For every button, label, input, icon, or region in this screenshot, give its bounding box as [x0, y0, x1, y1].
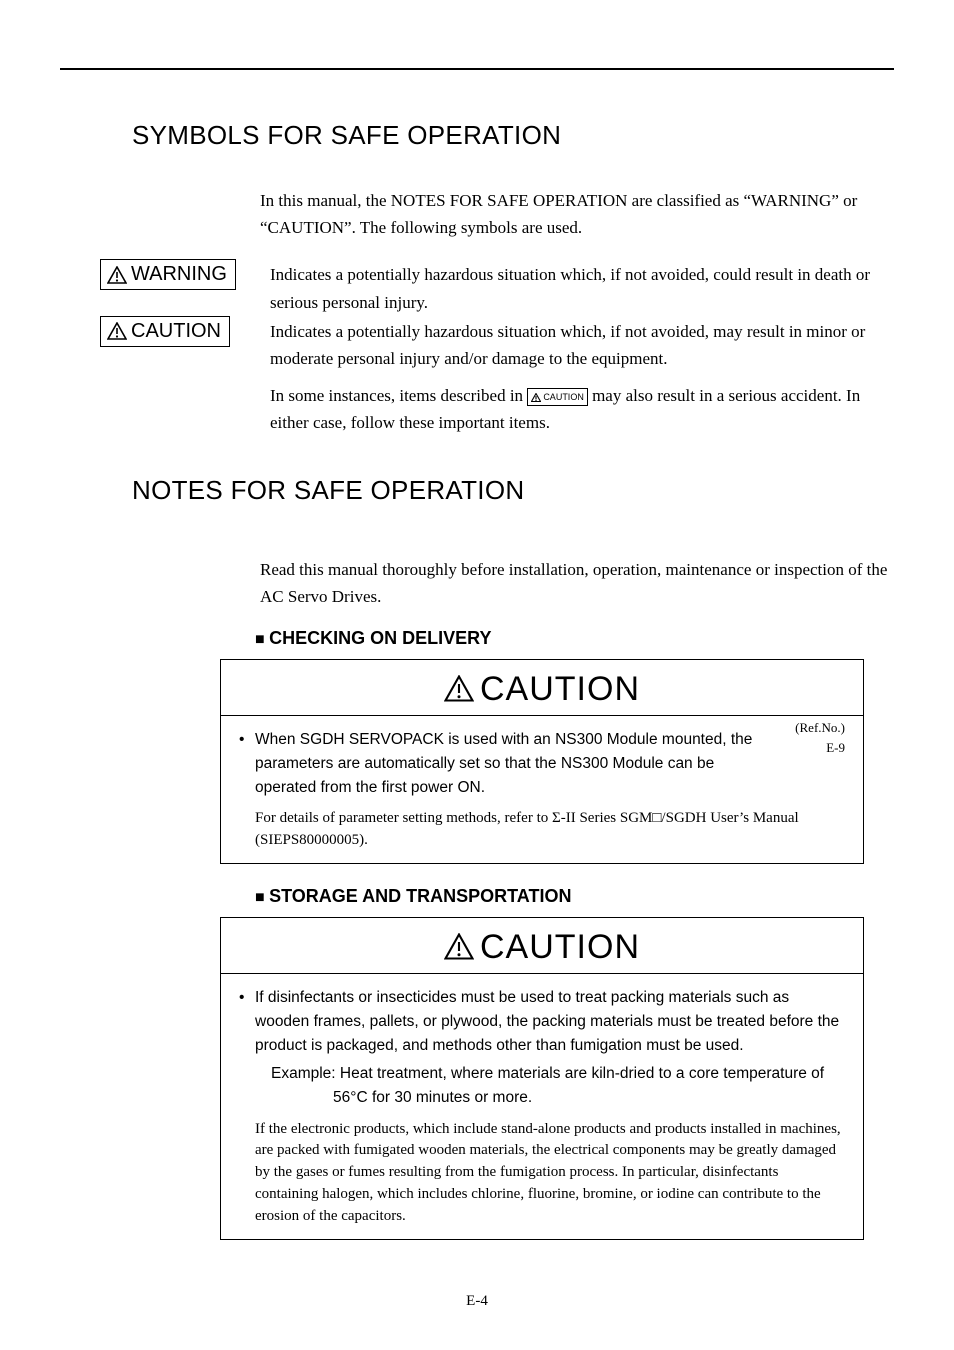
- warning-definition-row: WARNING Indicates a potentially hazardou…: [100, 259, 894, 315]
- caution-box-storage: CAUTION • If disinfectants or insecticid…: [220, 917, 864, 1240]
- caution-label-box: CAUTION: [100, 316, 230, 347]
- symbols-intro: In this manual, the NOTES FOR SAFE OPERA…: [260, 187, 894, 241]
- warning-label-text: WARNING: [131, 263, 227, 286]
- subhead-checking: CHECKING ON DELIVERY: [255, 628, 894, 649]
- note-pre: In some instances, items described in: [270, 386, 527, 405]
- caution-header-icon: [444, 675, 474, 702]
- caution-header-text: CAUTION: [480, 670, 640, 708]
- subhead-storage: STORAGE AND TRANSPORTATION: [255, 886, 894, 907]
- caution-note-line: In some instances, items described in CA…: [270, 382, 874, 436]
- caution-desc: Indicates a potentially hazardous situat…: [270, 318, 874, 372]
- header-rule: [60, 68, 894, 70]
- section-title-symbols: SYMBOLS FOR SAFE OPERATION: [132, 120, 894, 151]
- bullet-dot: •: [239, 728, 255, 800]
- inline-caution-text: CAUTION: [543, 390, 584, 404]
- notes-intro: Read this manual thoroughly before insta…: [260, 556, 894, 610]
- caution-header-text-2: CAUTION: [480, 928, 640, 966]
- warning-desc: Indicates a potentially hazardous situat…: [270, 259, 894, 315]
- ref-no-value: E-9: [795, 738, 845, 758]
- storage-example-line2: 56°C for 30 minutes or more.: [333, 1086, 845, 1110]
- section-title-notes: NOTES FOR SAFE OPERATION: [132, 475, 894, 506]
- caution-label-text: CAUTION: [131, 320, 221, 343]
- inline-caution-badge: CAUTION: [527, 388, 588, 406]
- ref-no-block: (Ref.No.) E-9: [795, 718, 845, 758]
- checking-bullet-text: When SGDH SERVOPACK is used with an NS30…: [255, 728, 775, 800]
- ref-no-label: (Ref.No.): [795, 718, 845, 738]
- caution-box-header: CAUTION: [221, 660, 863, 716]
- storage-example-line1: Example: Heat treatment, where materials…: [271, 1062, 845, 1086]
- warning-triangle-icon: [107, 266, 127, 284]
- page-number: E-4: [0, 1293, 954, 1310]
- caution-box-checking: CAUTION (Ref.No.) E-9 • When SGDH SERVOP…: [220, 659, 864, 865]
- checking-note: For details of parameter setting methods…: [255, 808, 845, 852]
- inline-triangle-icon: [531, 393, 541, 402]
- caution-triangle-icon: [107, 322, 127, 340]
- bullet-dot-2: •: [239, 986, 255, 1058]
- warning-label-box: WARNING: [100, 259, 236, 290]
- caution-box-header-2: CAUTION: [221, 918, 863, 974]
- caution-definition-row: CAUTION Indicates a potentially hazardou…: [100, 316, 894, 437]
- caution-header-icon-2: [444, 933, 474, 960]
- storage-note: If the electronic products, which includ…: [255, 1119, 845, 1228]
- storage-bullet-text: If disinfectants or insecticides must be…: [255, 986, 845, 1058]
